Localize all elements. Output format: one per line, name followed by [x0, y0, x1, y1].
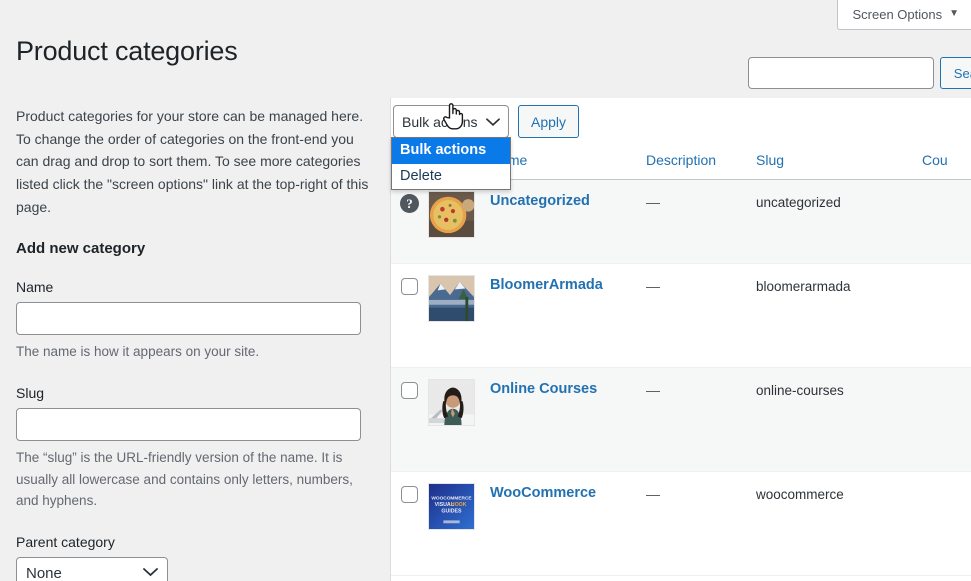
category-description: —: [646, 486, 660, 502]
add-category-form: Product categories for your store can be…: [16, 105, 378, 581]
row-thumbnail-cell: WOOCOMMERCE VISUAL HOOK GUIDES: [428, 471, 490, 576]
row-checkbox[interactable]: [401, 382, 418, 399]
search-button[interactable]: Search: [939, 57, 971, 89]
category-slug: online-courses: [756, 383, 844, 398]
table-body: ? Uncategorized — uncategorized BloomerA…: [391, 179, 971, 576]
row-thumbnail-cell: [428, 263, 490, 368]
slug-field-label: Slug: [16, 384, 45, 401]
row-name-cell: Online Courses: [490, 367, 646, 472]
row-count-cell: [922, 179, 971, 264]
header-name[interactable]: Name: [490, 142, 646, 180]
chevron-down-icon: ▼: [949, 8, 959, 19]
bulk-actions-select[interactable]: Bulk actions: [393, 105, 509, 138]
person-laptop-image: [428, 379, 475, 426]
row-count-cell: [922, 471, 971, 576]
header-description[interactable]: Description: [646, 142, 756, 180]
row-description-cell: —: [646, 179, 756, 264]
search-form: Search: [747, 57, 971, 89]
categories-panel: Bulk actions Apply Bulk actions Delete D…: [390, 98, 971, 581]
table-row: WOOCOMMERCE VISUAL HOOK GUIDES WooCommer…: [391, 471, 971, 576]
bulk-actions-dropdown-list[interactable]: Bulk actions Delete: [391, 137, 511, 190]
table-row: BloomerArmada — bloomerarmada: [391, 263, 971, 368]
svg-text:GUIDES: GUIDES: [441, 509, 462, 515]
bulk-actions-label: Bulk actions: [402, 113, 478, 130]
table-navigation: Bulk actions Apply Bulk actions Delete: [391, 98, 971, 190]
category-description: —: [646, 278, 660, 294]
category-link-bloomerarmada[interactable]: BloomerArmada: [490, 277, 603, 293]
svg-text:HOOK: HOOK: [451, 502, 467, 508]
row-checkbox-cell: [391, 263, 428, 368]
category-slug: woocommerce: [756, 487, 844, 502]
screen-options-button[interactable]: Screen Options ▼: [837, 0, 971, 30]
category-slug: bloomerarmada: [756, 279, 851, 294]
row-checkbox[interactable]: [401, 278, 418, 295]
apply-button[interactable]: Apply: [518, 105, 580, 138]
row-name-cell: WooCommerce: [490, 471, 646, 576]
row-slug-cell: online-courses: [756, 367, 922, 472]
svg-text:WOOCOMMERCE: WOOCOMMERCE: [431, 495, 471, 501]
name-field-help: The name is how it appears on your site.: [16, 344, 260, 360]
name-input[interactable]: [16, 302, 361, 336]
row-description-cell: —: [646, 471, 756, 576]
categories-table: Name Description Slug Cou ?: [391, 142, 971, 576]
row-slug-cell: woocommerce: [756, 471, 922, 576]
row-name-cell: BloomerArmada: [490, 263, 646, 368]
chevron-down-icon: [486, 114, 500, 130]
book-cover-image: WOOCOMMERCE VISUAL HOOK GUIDES: [428, 483, 475, 530]
bulk-actions-option-bulk-actions[interactable]: Bulk actions: [392, 138, 510, 164]
search-input[interactable]: [747, 57, 934, 89]
category-link-woocommerce[interactable]: WooCommerce: [490, 485, 596, 501]
category-link-online-courses[interactable]: Online Courses: [490, 381, 597, 397]
category-description: —: [646, 194, 660, 210]
parent-category-label: Parent category: [16, 533, 115, 550]
help-icon[interactable]: ?: [400, 194, 419, 213]
screen-options-label: Screen Options: [852, 6, 943, 22]
add-new-category-heading: Add new category: [16, 240, 146, 258]
slug-input[interactable]: [16, 407, 361, 441]
row-name-cell: Uncategorized: [490, 179, 646, 264]
row-slug-cell: uncategorized: [756, 179, 922, 264]
header-count[interactable]: Cou: [922, 142, 971, 180]
row-count-cell: [922, 367, 971, 472]
name-field-label: Name: [16, 279, 54, 296]
parent-category-select[interactable]: None: [16, 556, 168, 581]
slug-field-help: The “slug” is the URL-friendly version o…: [16, 449, 353, 509]
row-description-cell: —: [646, 263, 756, 368]
row-checkbox-cell: [391, 471, 428, 576]
category-slug: uncategorized: [756, 195, 841, 210]
row-help-cell: ?: [391, 179, 428, 264]
row-thumbnail-cell: [428, 367, 490, 472]
row-slug-cell: bloomerarmada: [756, 263, 922, 368]
row-count-cell: [922, 263, 971, 368]
category-link-uncategorized[interactable]: Uncategorized: [490, 193, 590, 209]
parent-category-select-wrap: None: [16, 556, 168, 581]
category-description: —: [646, 382, 660, 398]
row-checkbox[interactable]: [401, 486, 418, 503]
intro-text: Product categories for your store can be…: [16, 108, 369, 215]
row-thumbnail-cell: [428, 179, 490, 264]
table-row: Online Courses — online-courses: [391, 367, 971, 472]
bulk-actions-option-delete[interactable]: Delete: [392, 164, 510, 190]
header-slug[interactable]: Slug: [756, 142, 922, 180]
row-description-cell: —: [646, 367, 756, 472]
page-title: Product categories: [16, 36, 238, 67]
mountain-image: [428, 275, 475, 322]
row-checkbox-cell: [391, 367, 428, 472]
pizza-image: [428, 191, 475, 238]
product-categories-screen: Screen Options ▼ Product categories Sear…: [0, 0, 971, 581]
table-row: ? Uncategorized — uncategorized: [391, 179, 971, 264]
